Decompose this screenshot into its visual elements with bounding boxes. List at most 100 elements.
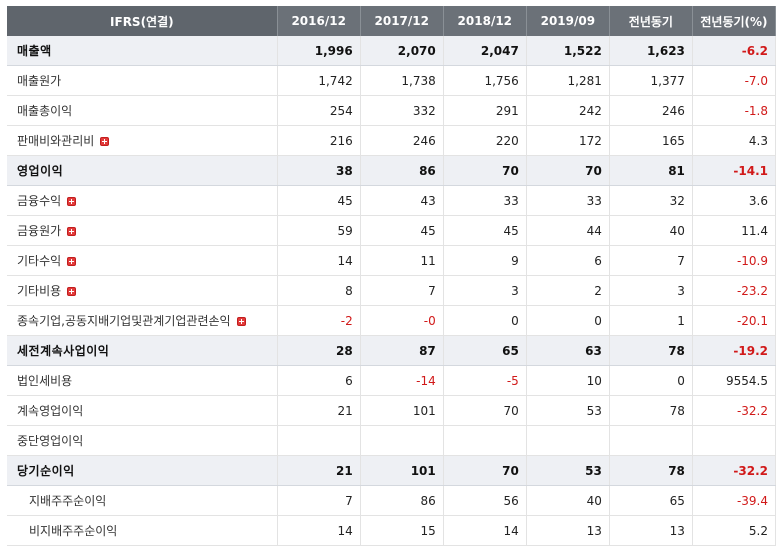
row-label-cell[interactable]: 기타수익 [7,245,278,276]
value-cell: 6 [277,365,361,396]
table-row: 기타비용 8 7 3 2 3 -23.2 [7,275,777,306]
value-cell: 11 [360,245,444,276]
value-cell: -32.2 [692,455,777,486]
table-header-row: IFRS(연결) 2016/12 2017/12 2018/12 2019/09… [7,6,777,36]
row-label-cell[interactable]: 판매비와관리비 [7,125,278,156]
header-ifrs-basis: IFRS(연결) [7,6,278,36]
row-label: 비지배주주순이익 [29,524,118,538]
value-cell: -5 [443,365,527,396]
expand-plus-icon[interactable] [67,227,77,236]
value-cell: -39.4 [692,485,777,516]
value-cell [609,425,693,456]
row-label-cell[interactable]: 종속기업,공동지배기업및관계기업관련손익 [7,305,278,336]
row-label-cell: 지배주주순이익 [7,485,278,516]
table-row: 당기순이익 21 101 70 53 78 -32.2 [7,455,777,486]
expand-plus-icon[interactable] [67,197,77,206]
value-cell: 32 [609,185,693,216]
value-cell: 9 [443,245,527,276]
value-cell: 78 [609,335,693,366]
value-cell: 1 [609,305,693,336]
expand-plus-icon[interactable] [100,137,110,146]
value-cell: 53 [526,395,610,426]
value-cell: 59 [277,215,361,246]
value-cell [526,425,610,456]
expand-plus-icon[interactable] [236,317,246,326]
row-label: 금융원가 [17,224,62,238]
value-cell: 81 [609,155,693,186]
value-cell: 43 [360,185,444,216]
row-label-cell: 법인세비용 [7,365,278,396]
value-cell: 0 [609,365,693,396]
value-cell: -1.8 [692,95,777,126]
value-cell: 242 [526,95,610,126]
header-period-2016-12: 2016/12 [277,6,361,36]
value-cell: -10.9 [692,245,777,276]
table-row: 영업이익 38 86 70 70 81 -14.1 [7,155,777,186]
value-cell: 1,756 [443,65,527,96]
table-row: 비지배주주순이익 14 15 14 13 13 5.2 [7,515,777,546]
value-cell: 7 [360,275,444,306]
value-cell: 3.6 [692,185,777,216]
value-cell: 6 [526,245,610,276]
value-cell: 21 [277,455,361,486]
table-row: 계속영업이익 21 101 70 53 78 -32.2 [7,395,777,426]
row-label-cell[interactable]: 금융수익 [7,185,278,216]
row-label: 계속영업이익 [17,404,84,418]
expand-plus-icon[interactable] [67,257,77,266]
table-row: 매출총이익 254 332 291 242 246 -1.8 [7,95,777,126]
row-label: 당기순이익 [17,464,75,478]
row-label-cell: 매출원가 [7,65,278,96]
value-cell [277,425,361,456]
value-cell: 3 [609,275,693,306]
row-label: 매출액 [17,44,52,58]
expand-plus-icon[interactable] [67,287,77,296]
value-cell: 13 [609,515,693,546]
value-cell: 1,623 [609,36,693,66]
value-cell: 40 [609,215,693,246]
value-cell: 65 [443,335,527,366]
value-cell: -14.1 [692,155,777,186]
row-label: 종속기업,공동지배기업및관계기업관련손익 [17,314,231,328]
value-cell: 45 [360,215,444,246]
table-row: 금융원가 59 45 45 44 40 11.4 [7,215,777,246]
value-cell: 101 [360,455,444,486]
row-label-cell: 영업이익 [7,155,278,186]
row-label-cell: 매출액 [7,36,278,66]
value-cell: 1,996 [277,36,361,66]
row-label: 지배주주순이익 [29,494,107,508]
row-label-cell[interactable]: 금융원가 [7,215,278,246]
row-label-cell: 매출총이익 [7,95,278,126]
value-cell: 9554.5 [692,365,777,396]
value-cell: 70 [443,155,527,186]
value-cell: 70 [526,155,610,186]
row-label: 영업이익 [17,164,64,178]
value-cell: 33 [443,185,527,216]
value-cell: -19.2 [692,335,777,366]
value-cell: 45 [443,215,527,246]
row-label: 매출총이익 [17,104,73,118]
value-cell: 14 [277,515,361,546]
row-label: 판매비와관리비 [17,134,95,148]
value-cell: -2 [277,305,361,336]
table-row: 법인세비용 6 -14 -5 10 0 9554.5 [7,365,777,396]
row-label: 기타수익 [17,254,62,268]
table-row: 지배주주순이익 7 86 56 40 65 -39.4 [7,485,777,516]
value-cell: 2 [526,275,610,306]
header-period-2018-12: 2018/12 [443,6,527,36]
value-cell: 246 [609,95,693,126]
value-cell: 14 [277,245,361,276]
value-cell: 86 [360,485,444,516]
table-row: 매출액 1,996 2,070 2,047 1,522 1,623 -6.2 [7,36,777,66]
value-cell: 1,377 [609,65,693,96]
value-cell: 220 [443,125,527,156]
value-cell: 0 [526,305,610,336]
value-cell: 8 [277,275,361,306]
value-cell: 332 [360,95,444,126]
header-period-2017-12: 2017/12 [360,6,444,36]
table-body: 매출액 1,996 2,070 2,047 1,522 1,623 -6.2 매출원가 1,74… [7,36,777,546]
value-cell: -23.2 [692,275,777,306]
row-label-cell: 비지배주주순이익 [7,515,278,546]
value-cell: 28 [277,335,361,366]
value-cell: -20.1 [692,305,777,336]
row-label-cell[interactable]: 기타비용 [7,275,278,306]
